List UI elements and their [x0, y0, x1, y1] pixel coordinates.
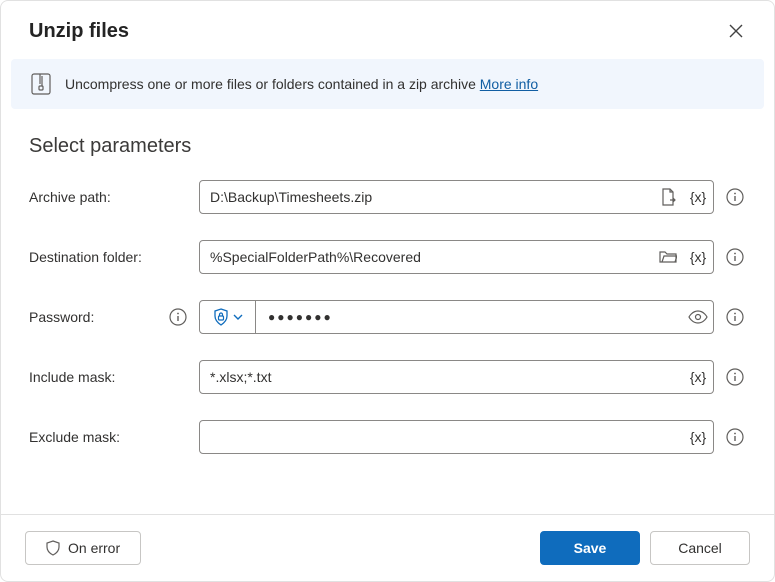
include-mask-label: Include mask: — [29, 369, 189, 385]
info-icon — [726, 428, 744, 446]
save-button[interactable]: Save — [540, 531, 640, 565]
password-input[interactable]: ●●●●●●● — [256, 301, 683, 333]
password-label: Password: — [29, 309, 94, 325]
info-icon — [169, 308, 187, 326]
variable-button[interactable]: {x} — [683, 181, 713, 213]
section-title: Select parameters — [29, 135, 746, 158]
info-banner: Uncompress one or more files or folders … — [11, 59, 764, 109]
shield-icon — [46, 540, 60, 556]
chevron-down-icon — [233, 314, 243, 320]
info-icon — [726, 188, 744, 206]
info-icon — [726, 248, 744, 266]
info-button[interactable] — [167, 306, 189, 328]
on-error-button[interactable]: On error — [25, 531, 141, 565]
info-icon — [726, 368, 744, 386]
close-icon — [729, 24, 743, 38]
file-picker-button[interactable] — [653, 181, 683, 213]
info-button[interactable] — [724, 306, 746, 328]
file-arrow-icon — [660, 188, 676, 206]
variable-button[interactable]: {x} — [683, 361, 713, 393]
close-button[interactable] — [720, 15, 752, 47]
archive-path-input[interactable] — [200, 181, 653, 213]
eye-icon — [688, 310, 708, 324]
exclude-mask-label: Exclude mask: — [29, 429, 189, 445]
shield-lock-icon — [213, 308, 229, 326]
cancel-button[interactable]: Cancel — [650, 531, 750, 565]
secret-type-dropdown[interactable] — [200, 301, 256, 333]
exclude-mask-input[interactable] — [200, 421, 683, 453]
banner-text: Uncompress one or more files or folders … — [65, 76, 538, 92]
folder-open-icon — [659, 249, 677, 265]
zip-icon — [31, 73, 51, 95]
info-button[interactable] — [724, 366, 746, 388]
archive-path-label: Archive path: — [29, 189, 189, 205]
destination-input[interactable] — [200, 241, 653, 273]
info-icon — [726, 308, 744, 326]
variable-button[interactable]: {x} — [683, 421, 713, 453]
destination-label: Destination folder: — [29, 249, 189, 265]
info-button[interactable] — [724, 186, 746, 208]
info-button[interactable] — [724, 246, 746, 268]
reveal-password-button[interactable] — [683, 301, 713, 333]
variable-button[interactable]: {x} — [683, 241, 713, 273]
include-mask-input[interactable] — [200, 361, 683, 393]
folder-picker-button[interactable] — [653, 241, 683, 273]
more-info-link[interactable]: More info — [480, 76, 538, 92]
info-button[interactable] — [724, 426, 746, 448]
dialog-title: Unzip files — [29, 20, 129, 43]
